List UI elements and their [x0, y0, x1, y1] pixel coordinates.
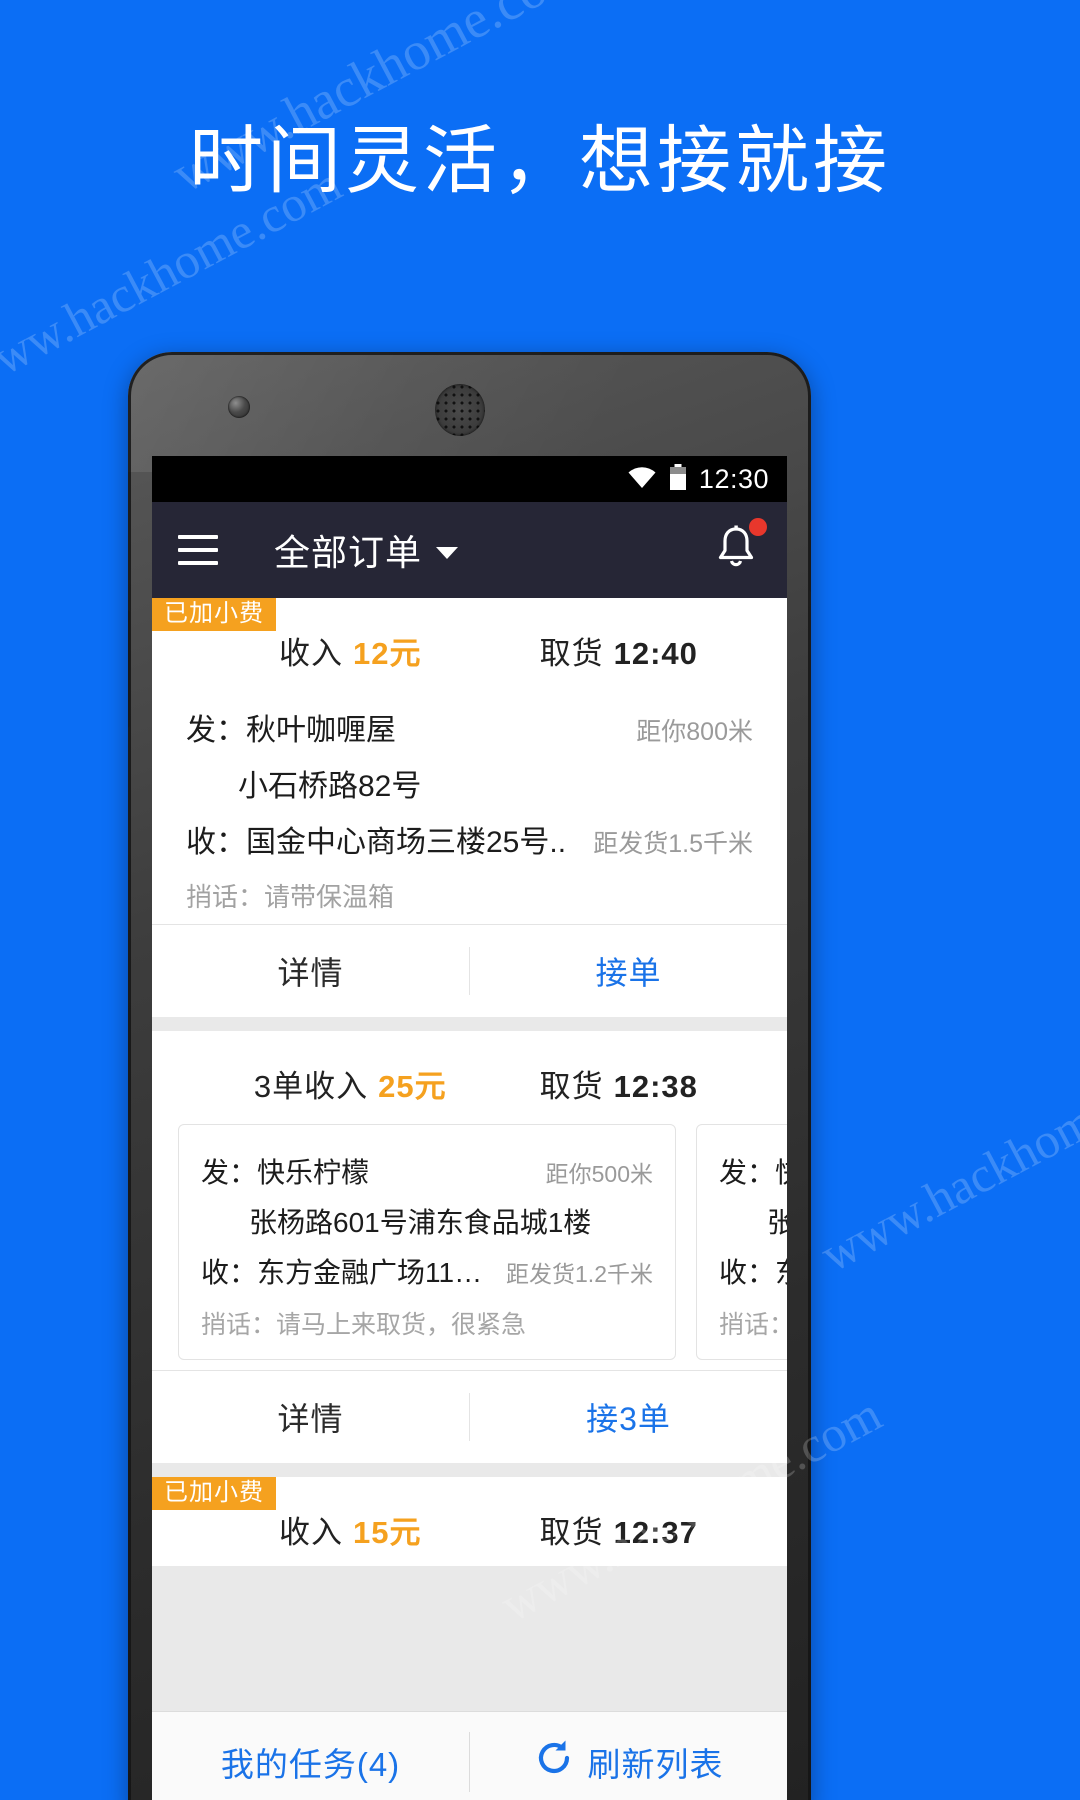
my-tasks-button[interactable]: 我的任务(4) [152, 1738, 469, 1786]
refresh-icon [534, 1738, 574, 1786]
order-addresses: 发： 秋叶咖喱屋 距你800米 小石桥路82号 收： 国金中心商场三楼25号..… [152, 687, 787, 924]
notification-badge-dot [749, 517, 767, 536]
tip-badge: 已加小费 [152, 598, 276, 631]
sub-order-card[interactable]: 发： 快乐柠檬 距你500米 张杨路601号浦东食品城1楼 收： 东方金融广场1… [178, 1124, 676, 1360]
from-address: 张 [767, 1201, 787, 1241]
order-pickup: 取货 12:37 [485, 1507, 754, 1552]
to-row: 收： 东 [719, 1251, 787, 1291]
watermark: www.hackhome.com [811, 1035, 1080, 1283]
from-distance: 距你800米 [636, 718, 753, 746]
income-value: 12元 [353, 636, 422, 671]
toolbar-title[interactable]: 全部订单 [274, 524, 422, 576]
to-distance: 距发货1.5千米 [593, 830, 753, 858]
refresh-list-button[interactable]: 刷新列表 [470, 1738, 787, 1786]
from-distance: 距你500米 [545, 1161, 653, 1187]
notification-bell-icon [713, 525, 759, 576]
income-value: 15元 [353, 1515, 422, 1550]
accept-button[interactable]: 接单 [470, 925, 787, 1017]
from-address: 小石桥路82号 [238, 770, 422, 803]
to-name: 国金中心商场三楼25号.. [246, 826, 567, 859]
income-label: 收入 [279, 636, 343, 671]
to-distance: 距发货1.2千米 [506, 1261, 653, 1287]
order-income: 收入 15元 [186, 1507, 485, 1552]
from-row: 发： 秋叶咖喱屋 距你800米 [186, 705, 753, 749]
volume-button[interactable] [128, 610, 130, 728]
detail-button[interactable]: 详情 [152, 1371, 469, 1463]
income-label: 收入 [279, 1515, 343, 1550]
promo-headline: 时间灵活，想接就接 [189, 119, 891, 202]
bottom-action-bar: 我的任务(4) 刷新列表 [152, 1711, 787, 1800]
battery-icon [669, 463, 687, 495]
from-label: 发： [186, 714, 246, 747]
sub-order-carousel[interactable]: 发： 快乐柠檬 距你500米 张杨路601号浦东食品城1楼 收： 东方金融广场1… [152, 1120, 787, 1370]
power-button[interactable] [809, 500, 811, 592]
status-bar-time: 12:30 [698, 463, 769, 494]
to-row: 收： 国金中心商场三楼25号.. 距发货1.5千米 [186, 817, 753, 861]
to-label: 收： [186, 826, 246, 859]
to-name: 东 [775, 1251, 787, 1291]
to-row: 收： 东方金融广场11… 距发货1.2千米 [201, 1251, 653, 1291]
pickup-time: 12:37 [613, 1515, 698, 1550]
order-actions: 详情 接单 [152, 924, 787, 1017]
status-bar: 12:30 [152, 456, 787, 502]
refresh-label: 刷新列表 [587, 1746, 724, 1783]
order-income: 3单收入 25元 [186, 1061, 485, 1106]
earpiece-speaker-icon [435, 384, 485, 436]
income-value: 25元 [378, 1069, 447, 1104]
pickup-label: 取货 [539, 636, 604, 671]
order-income: 收入 12元 [186, 628, 485, 673]
order-actions: 详情 接3单 [152, 1370, 787, 1463]
to-name: 东方金融广场11… [257, 1257, 483, 1288]
detail-button[interactable]: 详情 [152, 925, 469, 1017]
accept-button[interactable]: 接3单 [470, 1371, 787, 1463]
notification-bell-button[interactable] [707, 517, 767, 581]
order-card[interactable]: 已加小费 收入 12元 取货 12:40 发： 秋叶咖喱屋 距你800米 小石桥… [152, 598, 787, 1017]
sub-order-card[interactable]: 发： 快 张 收： 东 捎话： [696, 1124, 787, 1360]
hamburger-menu-icon[interactable] [178, 535, 218, 565]
phone-mockup: 12:30 全部订单 已加小费 收入 12元 取货 12:40 发： 秋叶咖喱屋… [128, 352, 811, 1800]
order-card[interactable]: 已加小费 收入 15元 取货 12:37 [152, 1477, 787, 1566]
to-label: 收： [201, 1257, 258, 1288]
pickup-time: 12:40 [613, 636, 698, 671]
order-note: 捎话：请带保温箱 [186, 882, 395, 912]
tip-badge: 已加小费 [152, 1477, 276, 1510]
order-card-grouped[interactable]: 3单收入 25元 取货 12:38 发： 快乐柠檬 距你500米 张杨路601号浦东… [152, 1031, 787, 1463]
order-note: 捎话：请马上来取货，很紧急 [201, 1311, 527, 1339]
phone-screen: 12:30 全部订单 已加小费 收入 12元 取货 12:40 发： 秋叶咖喱屋… [152, 456, 787, 1800]
from-row: 发： 快 [719, 1151, 787, 1191]
list-gap [152, 1017, 787, 1031]
from-address: 张杨路601号浦东食品城1楼 [249, 1207, 592, 1238]
order-pickup: 取货 12:38 [485, 1061, 754, 1106]
from-label: 发： [201, 1157, 258, 1188]
from-name: 快 [775, 1151, 787, 1191]
pickup-label: 取货 [539, 1069, 604, 1104]
my-tasks-label: 我的任务(4) [220, 1746, 401, 1783]
from-name: 快乐柠檬 [257, 1157, 370, 1188]
pickup-label: 取货 [539, 1515, 604, 1550]
list-gap [152, 1463, 787, 1477]
app-toolbar: 全部订单 [152, 502, 787, 598]
wifi-icon [627, 465, 657, 494]
pickup-time: 12:38 [613, 1069, 698, 1104]
from-row: 发： 快乐柠檬 距你500米 [201, 1151, 653, 1191]
to-label: 收： [719, 1257, 776, 1288]
order-summary-row: 3单收入 25元 取货 12:38 [152, 1031, 787, 1120]
order-note: 捎话： [719, 1311, 787, 1339]
chevron-down-icon[interactable] [436, 547, 459, 559]
from-label: 发： [719, 1157, 776, 1188]
front-camera-icon [228, 396, 250, 418]
order-pickup: 取货 12:40 [485, 628, 754, 673]
from-name: 秋叶咖喱屋 [246, 714, 396, 747]
income-label: 3单收入 [253, 1069, 369, 1104]
order-list[interactable]: 已加小费 收入 12元 取货 12:40 发： 秋叶咖喱屋 距你800米 小石桥… [152, 598, 787, 1800]
